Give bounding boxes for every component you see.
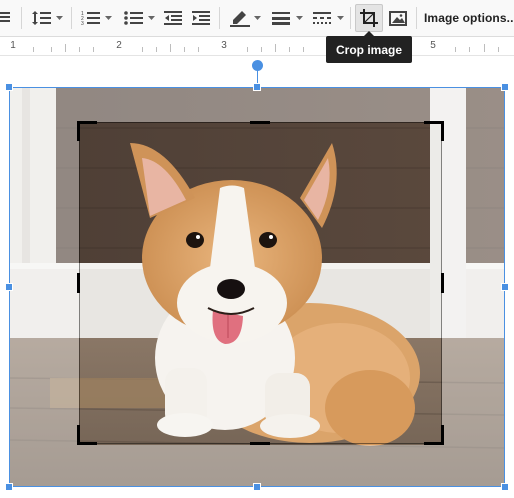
resize-handle-left[interactable]	[5, 283, 13, 291]
ruler-tick	[156, 47, 157, 52]
ruler-label: 1	[10, 40, 16, 51]
decrease-indent-button[interactable]	[162, 4, 184, 32]
crop-icon	[360, 9, 378, 27]
ruler-tick	[79, 47, 80, 52]
ruler-tick	[142, 47, 143, 52]
rotate-handle[interactable]	[252, 60, 263, 71]
crop-image-button[interactable]	[355, 4, 383, 32]
crop-handle-bottom-left[interactable]	[77, 442, 97, 445]
crop-image-tooltip: Crop image	[326, 31, 412, 63]
reset-image-icon	[389, 11, 407, 26]
border-weight-icon	[271, 12, 290, 25]
ruler-tick	[65, 44, 66, 52]
ruler-tick	[275, 44, 276, 52]
border-dash-button[interactable]	[309, 4, 347, 32]
crop-region[interactable]	[79, 122, 442, 444]
ruler-tick	[303, 47, 304, 52]
image-options-label: Image options..	[424, 11, 514, 25]
image-options-button[interactable]: Image options..	[424, 4, 514, 32]
crop-handle-top-left[interactable]	[77, 121, 97, 124]
resize-handle-bottom-left[interactable]	[5, 483, 13, 491]
ruler-tick	[289, 47, 290, 52]
resize-handle-top-left[interactable]	[5, 83, 13, 91]
ruler-tick	[469, 47, 470, 52]
crop-handle-right[interactable]	[441, 273, 444, 293]
ruler-label: 5	[430, 40, 436, 51]
crop-handle-bottom-right[interactable]	[441, 425, 444, 445]
ruler-label: 3	[221, 40, 227, 51]
horizontal-ruler: 1 2 3 5	[0, 37, 514, 56]
crop-handle-bottom-left[interactable]	[77, 425, 80, 445]
chevron-down-icon	[295, 16, 303, 20]
line-spacing-button[interactable]	[28, 4, 66, 32]
border-dash-icon	[312, 12, 331, 24]
bulleted-list-icon	[123, 11, 143, 25]
crop-outside-right	[442, 122, 504, 445]
line-spacing-icon	[31, 11, 51, 25]
ruler-tick	[198, 47, 199, 52]
crop-handle-bottom[interactable]	[250, 442, 270, 445]
border-weight-button[interactable]	[268, 4, 306, 32]
crop-outside-bottom	[10, 445, 504, 486]
reset-image-button[interactable]	[386, 4, 410, 32]
crop-handle-left[interactable]	[77, 273, 80, 293]
toolbar-separator	[71, 7, 72, 29]
chevron-down-icon	[253, 16, 261, 20]
formatting-toolbar: 1 2 3 Image options..	[0, 0, 514, 37]
resize-handle-bottom-right[interactable]	[501, 483, 509, 491]
toolbar-separator	[350, 7, 351, 29]
align-justify-icon	[0, 12, 10, 22]
numbered-list-icon: 1 2 3	[81, 11, 100, 26]
svg-text:3: 3	[81, 21, 84, 26]
crop-outside-top	[10, 88, 504, 122]
resize-handle-top-right[interactable]	[501, 83, 509, 91]
bulleted-list-button[interactable]	[120, 4, 158, 32]
resize-handle-top[interactable]	[253, 83, 261, 91]
decrease-indent-icon	[164, 11, 182, 25]
chevron-down-icon	[147, 16, 155, 20]
crop-handle-top[interactable]	[250, 121, 270, 124]
toolbar-separator	[416, 7, 417, 29]
border-color-button[interactable]	[226, 4, 264, 32]
toolbar-separator	[219, 7, 220, 29]
numbered-list-button[interactable]: 1 2 3	[77, 4, 115, 32]
ruler-tick	[498, 47, 499, 52]
chevron-down-icon	[104, 16, 112, 20]
ruler-label: 2	[116, 40, 122, 51]
chevron-down-icon	[55, 16, 63, 20]
increase-indent-button[interactable]	[190, 4, 212, 32]
resize-handle-right[interactable]	[501, 283, 509, 291]
border-color-pen-icon	[229, 11, 250, 27]
crop-handle-top-left[interactable]	[77, 121, 80, 141]
ruler-tick	[184, 47, 185, 52]
increase-indent-icon	[192, 11, 210, 25]
ruler-tick	[51, 47, 52, 52]
chevron-down-icon	[336, 16, 344, 20]
resize-handle-bottom[interactable]	[253, 483, 261, 491]
ruler-tick	[170, 44, 171, 52]
ruler-tick	[93, 47, 94, 52]
crop-handle-top-right[interactable]	[441, 121, 444, 141]
ruler-tick	[33, 47, 34, 52]
toolbar-separator	[21, 7, 22, 29]
ruler-tick	[247, 47, 248, 52]
align-justify-button[interactable]	[0, 4, 12, 32]
crop-outside-left	[10, 122, 79, 445]
ruler-tick	[261, 47, 262, 52]
ruler-tick	[455, 47, 456, 52]
ruler-tick	[484, 44, 485, 52]
